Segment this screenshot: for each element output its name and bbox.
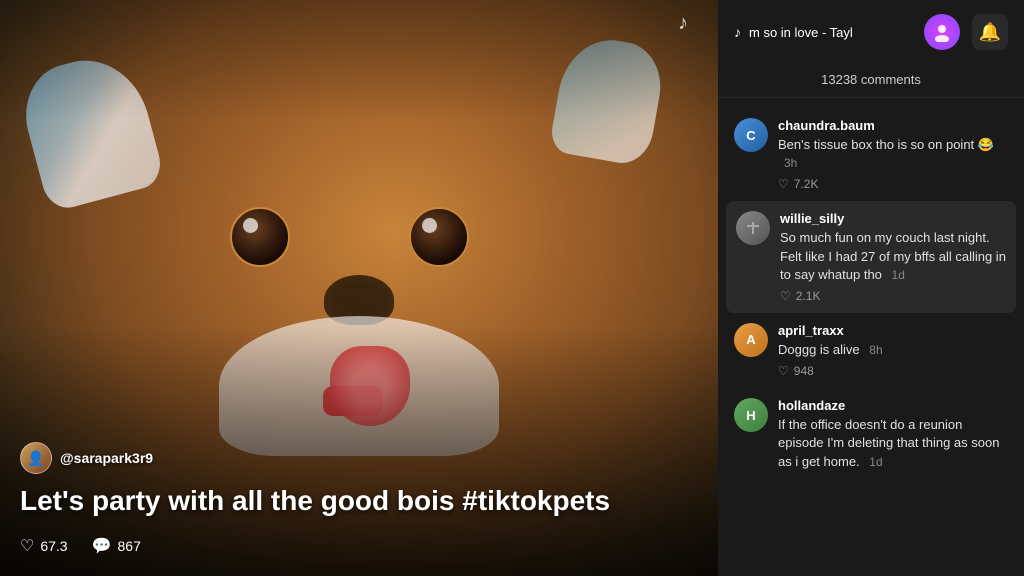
comment-body: april_traxx Doggg is alive 8h ♡ 948: [778, 323, 1008, 378]
comment-text: Doggg is alive 8h: [778, 341, 1008, 359]
comment-like-icon[interactable]: ♡: [780, 289, 791, 303]
comment-body: willie_silly So much fun on my couch las…: [780, 211, 1006, 303]
dog-eye-right: [409, 207, 469, 267]
song-title: m so in love - Tayl: [749, 25, 853, 40]
video-actions: ♡ 67.3 💬 867: [20, 536, 698, 556]
song-bar[interactable]: ♪ m so in love - Tayl: [734, 24, 912, 40]
comment-footer: ♡ 2.1K: [780, 289, 1006, 303]
video-panel: ♪ 👤 @sarapark3r9 Let's party with all th…: [0, 0, 718, 576]
comment-item[interactable]: willie_silly So much fun on my couch las…: [726, 201, 1016, 313]
comment-action[interactable]: 💬 867: [92, 536, 141, 556]
comment-like-icon[interactable]: ♡: [778, 364, 789, 378]
comment-footer: ♡ 7.2K: [778, 177, 1008, 191]
comment-text: Ben's tissue box tho is so on point 😂 3h: [778, 136, 1008, 172]
like-count: 67.3: [40, 538, 67, 554]
creator-username: @sarapark3r9: [60, 450, 153, 466]
comment-timestamp: 1d: [869, 455, 882, 469]
notification-bell-button[interactable]: 🔔: [972, 14, 1008, 50]
top-bar: ♪ m so in love - Tayl 🔔: [718, 0, 1024, 64]
comments-list: C chaundra.baum Ben's tissue box tho is …: [718, 98, 1024, 576]
comment-footer: ♡ 948: [778, 364, 1008, 378]
video-info-overlay: 👤 @sarapark3r9 Let's party with all the …: [0, 422, 718, 576]
commenter-avatar: A: [734, 323, 768, 357]
comment-timestamp: 1d: [892, 268, 905, 282]
avatar-icon: [932, 22, 952, 42]
comment-like-count: 948: [794, 364, 814, 378]
comment-text: So much fun on my couch last night. Felt…: [780, 229, 1006, 284]
comment-like-count: 2.1K: [796, 289, 821, 303]
user-avatar-circle[interactable]: [924, 14, 960, 50]
user-row[interactable]: 👤 @sarapark3r9: [20, 442, 698, 474]
bell-icon: 🔔: [979, 22, 1001, 43]
commenter-avatar: C: [734, 118, 768, 152]
comment-item[interactable]: H hollandaze If the office doesn't do a …: [718, 388, 1024, 481]
comment-timestamp: 3h: [784, 156, 797, 170]
comment-text: If the office doesn't do a reunion episo…: [778, 416, 1008, 471]
creator-avatar[interactable]: 👤: [20, 442, 52, 474]
floating-music-note: ♪: [678, 12, 688, 35]
commenter-username: chaundra.baum: [778, 118, 1008, 133]
music-note-icon: ♪: [734, 24, 741, 40]
comment-like-icon[interactable]: ♡: [778, 177, 789, 191]
comment-item[interactable]: C chaundra.baum Ben's tissue box tho is …: [718, 108, 1024, 201]
like-icon: ♡: [20, 536, 34, 556]
commenter-username: april_traxx: [778, 323, 1008, 338]
commenter-username: willie_silly: [780, 211, 1006, 226]
comment-body: chaundra.baum Ben's tissue box tho is so…: [778, 118, 1008, 191]
comment-count: 867: [118, 538, 141, 554]
dog-eye-left: [230, 207, 290, 267]
comment-body: hollandaze If the office doesn't do a re…: [778, 398, 1008, 471]
video-top-overlay: [0, 0, 718, 120]
comments-count-label: 13238 comments: [718, 64, 1024, 98]
comment-icon: 💬: [92, 536, 112, 556]
comment-timestamp: 8h: [869, 343, 882, 357]
comment-item[interactable]: A april_traxx Doggg is alive 8h ♡ 948: [718, 313, 1024, 388]
video-caption: Let's party with all the good bois #tikt…: [20, 484, 698, 518]
commenter-avatar: [736, 211, 770, 245]
comment-like-count: 7.2K: [794, 177, 819, 191]
commenter-username: hollandaze: [778, 398, 1008, 413]
like-action[interactable]: ♡ 67.3: [20, 536, 68, 556]
avatar-silhouette: [743, 218, 763, 238]
commenter-avatar: H: [734, 398, 768, 432]
comments-panel: ♪ m so in love - Tayl 🔔 13238 comments C…: [718, 0, 1024, 576]
